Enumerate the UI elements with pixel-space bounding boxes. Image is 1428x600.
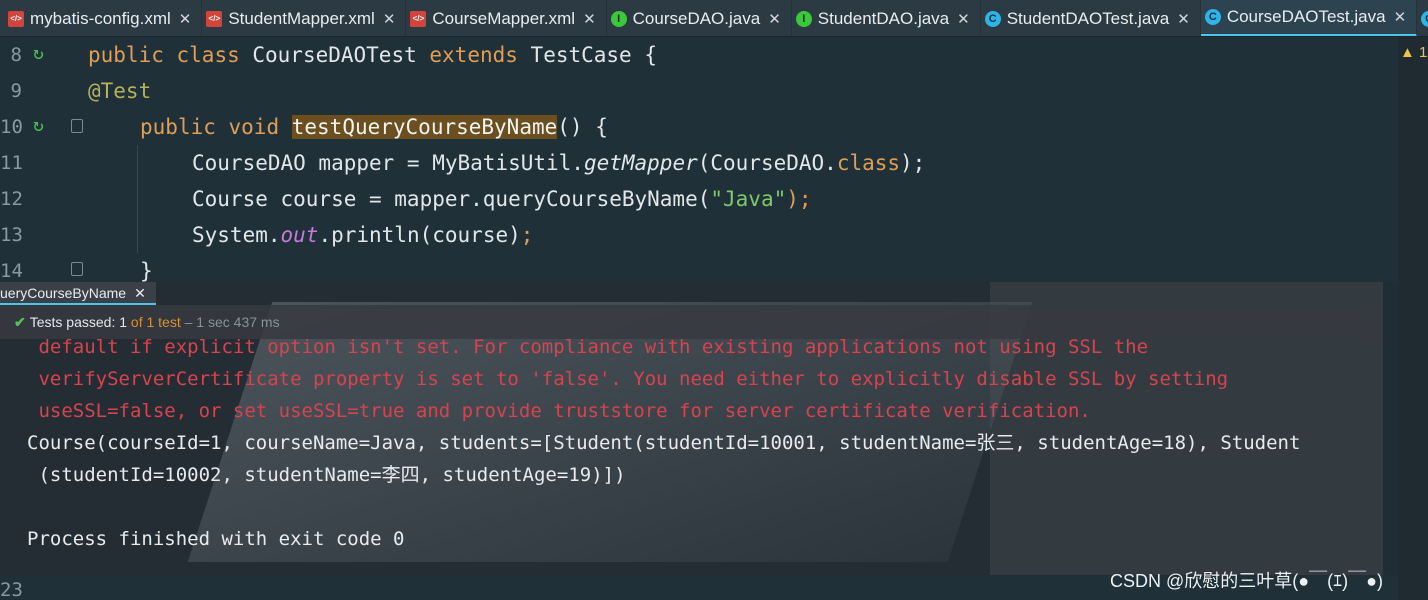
line-number: 12 bbox=[0, 188, 23, 210]
ide-window: </> mybatis-config.xml ✕ </> StudentMapp… bbox=[0, 0, 1428, 600]
passed-count: 1 bbox=[119, 314, 128, 330]
fold-icon[interactable] bbox=[71, 119, 83, 133]
class-icon: C bbox=[1204, 9, 1221, 25]
code-line: CourseDAO mapper = MyBatisUtil.getMapper… bbox=[192, 151, 926, 175]
tab-course-mapper[interactable]: </> CourseMapper.xml ✕ bbox=[406, 0, 607, 36]
line-number: 23 bbox=[0, 579, 23, 600]
highlighted-method-name: testQueryCourseByName bbox=[291, 115, 558, 139]
editor-gutter: 8 9 10 11 12 13 14 ↻ ↻ bbox=[0, 37, 83, 282]
class-icon: C bbox=[1421, 10, 1428, 27]
line-number: 9 bbox=[10, 80, 22, 102]
code-line: @Test bbox=[88, 79, 152, 103]
close-icon[interactable]: ✕ bbox=[134, 282, 146, 304]
check-icon: ✔ bbox=[14, 314, 26, 330]
close-icon[interactable]: ✕ bbox=[383, 10, 396, 28]
line-number: 10 bbox=[0, 116, 23, 138]
close-icon[interactable]: ✕ bbox=[1177, 10, 1190, 28]
close-icon[interactable]: ✕ bbox=[957, 10, 970, 28]
warning-icon: ▲ bbox=[1400, 44, 1415, 61]
tab-label: CourseDAOTest.java bbox=[1226, 7, 1386, 26]
run-tab[interactable]: ueryCourseByName ✕ bbox=[0, 282, 156, 305]
xml-file-icon: </> bbox=[8, 10, 24, 27]
code-content: public class CourseDAOTest extends TestC… bbox=[88, 37, 925, 283]
console-line: (studentId=10002, studentName=李四, studen… bbox=[27, 464, 626, 486]
watermark: CSDN @欣慰的三叶草(●￣(ｴ)￣●) bbox=[1110, 571, 1383, 591]
xml-file-icon: </> bbox=[410, 10, 427, 27]
tab-overflow[interactable]: C bbox=[1417, 0, 1428, 36]
console-line: default if explicit option isn't set. Fo… bbox=[27, 336, 1149, 358]
tab-student-dao[interactable]: I StudentDAO.java ✕ bbox=[792, 0, 981, 36]
tab-label: CourseDAO.java bbox=[632, 8, 761, 28]
console-line: verifyServerCertificate property is set … bbox=[27, 368, 1229, 390]
tab-course-dao[interactable]: I CourseDAO.java ✕ bbox=[607, 0, 792, 36]
tab-label: StudentDAO.java bbox=[817, 8, 950, 28]
console-line: Process finished with exit code 0 bbox=[27, 528, 405, 550]
interface-icon: I bbox=[610, 10, 627, 27]
run-tab-label: ueryCourseByName bbox=[0, 284, 127, 301]
tab-course-dao-test[interactable]: C CourseDAOTest.java ✕ bbox=[1200, 0, 1418, 36]
close-icon[interactable]: ✕ bbox=[1394, 8, 1407, 26]
line-number: 8 bbox=[10, 44, 22, 66]
tab-label: StudentMapper.xml bbox=[228, 8, 375, 28]
tab-student-mapper[interactable]: </> StudentMapper.xml ✕ bbox=[202, 0, 407, 36]
run-test-icon[interactable]: ↻ bbox=[33, 116, 53, 136]
fold-icon[interactable] bbox=[71, 262, 83, 276]
close-icon[interactable]: ✕ bbox=[583, 10, 596, 28]
tab-label: StudentDAOTest.java bbox=[1006, 8, 1170, 28]
editor-tab-bar: </> mybatis-config.xml ✕ </> StudentMapp… bbox=[0, 0, 1428, 37]
tab-mybatis-config[interactable]: </> mybatis-config.xml ✕ bbox=[0, 0, 203, 36]
line-number: 13 bbox=[0, 224, 23, 246]
tab-student-dao-test[interactable]: C StudentDAOTest.java ✕ bbox=[981, 0, 1201, 36]
tab-label: mybatis-config.xml bbox=[30, 8, 171, 28]
test-duration: – 1 sec 437 ms bbox=[184, 314, 280, 330]
close-icon[interactable]: ✕ bbox=[768, 10, 781, 28]
tab-label: CourseMapper.xml bbox=[432, 8, 576, 28]
tests-passed-label: Tests passed: bbox=[29, 314, 116, 330]
run-test-icon[interactable]: ↻ bbox=[33, 44, 53, 64]
interface-icon: I bbox=[795, 10, 812, 27]
run-tool-window: ueryCourseByName ✕ ✔ Tests passed: 1 of 1… bbox=[0, 282, 1383, 575]
xml-file-icon: </> bbox=[206, 10, 223, 27]
test-total: of 1 test bbox=[130, 314, 181, 330]
console-line: useSSL=false, or set useSSL=true and pro… bbox=[27, 400, 1091, 422]
code-line: public void testQueryCourseByName() { bbox=[140, 115, 608, 139]
line-number: 11 bbox=[0, 152, 23, 174]
console-line: Course(courseId=1, courseName=Java, stud… bbox=[27, 432, 1301, 454]
code-editor[interactable]: 8 9 10 11 12 13 14 ↻ ↻ public class Cour… bbox=[0, 37, 1398, 283]
code-line: System.out.println(course); bbox=[192, 223, 534, 247]
warning-indicator[interactable]: ▲ 1 bbox=[1400, 44, 1427, 61]
class-icon: C bbox=[984, 10, 1001, 27]
editor-scrollbar[interactable] bbox=[1398, 37, 1428, 600]
code-line: Course course = mapper.queryCourseByName… bbox=[192, 187, 812, 211]
code-line: public class CourseDAOTest extends TestC… bbox=[88, 43, 657, 67]
close-icon[interactable]: ✕ bbox=[179, 10, 192, 28]
